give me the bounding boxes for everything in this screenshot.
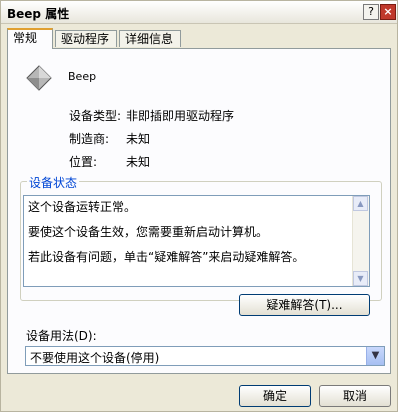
general-panel: Beep 设备类型: 非即插即用驱动程序 制造商: 未知 位置: 未知 设备状态… bbox=[7, 48, 391, 374]
device-type-label: 设备类型: bbox=[69, 109, 122, 123]
device-type-value: 非即插即用驱动程序 bbox=[126, 109, 235, 123]
device-usage-value: 不要使用这个设备(停用) bbox=[30, 351, 160, 365]
cancel-button[interactable]: 取消 bbox=[319, 385, 391, 407]
location-label: 位置: bbox=[69, 155, 98, 169]
title-bar[interactable]: Beep 属性 ? × bbox=[1, 1, 397, 24]
tab-driver[interactable]: 驱动程序 bbox=[55, 30, 117, 47]
status-line: 若此设备有问题，单击“疑难解答”来启动疑难解答。 bbox=[28, 250, 305, 264]
window-title: Beep 属性 bbox=[7, 7, 70, 21]
status-line: 这个设备运转正常。 bbox=[28, 200, 137, 214]
status-scrollbar[interactable]: ▲ ▼ bbox=[352, 196, 369, 286]
properties-dialog: Beep 属性 ? × 常规 驱动程序 详细信息 Beep 设备类型: 非即插即… bbox=[0, 0, 398, 412]
tab-details[interactable]: 详细信息 bbox=[119, 30, 181, 47]
device-diamond-icon bbox=[26, 65, 52, 91]
ok-button[interactable]: 确定 bbox=[239, 385, 311, 407]
status-textbox[interactable]: 这个设备运转正常。 要使这个设备生效，您需要重新启动计算机。 若此设备有问题，单… bbox=[23, 195, 370, 287]
status-line: 要使这个设备生效，您需要重新启动计算机。 bbox=[28, 225, 269, 239]
location-value: 未知 bbox=[126, 155, 151, 169]
troubleshoot-button[interactable]: 疑难解答(T)... bbox=[239, 294, 370, 316]
device-name: Beep bbox=[68, 70, 97, 83]
help-button[interactable]: ? bbox=[363, 4, 379, 20]
device-usage-select[interactable]: 不要使用这个设备(停用) ▼ bbox=[25, 346, 385, 366]
scroll-down-icon[interactable]: ▼ bbox=[353, 271, 368, 286]
scroll-up-icon[interactable]: ▲ bbox=[353, 196, 368, 211]
close-button[interactable]: × bbox=[380, 4, 396, 20]
manufacturer-label: 制造商: bbox=[69, 132, 110, 146]
device-usage-label: 设备用法(D): bbox=[26, 329, 97, 343]
tab-general[interactable]: 常规 bbox=[7, 28, 53, 49]
device-status-title: 设备状态 bbox=[27, 174, 80, 191]
chevron-down-icon[interactable]: ▼ bbox=[366, 347, 384, 365]
manufacturer-value: 未知 bbox=[126, 132, 151, 146]
